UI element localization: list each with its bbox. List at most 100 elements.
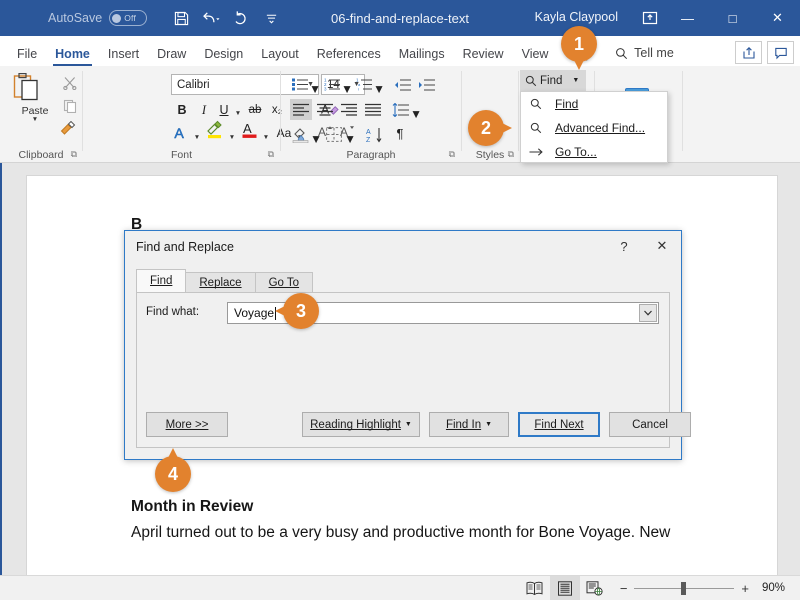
increase-indent-icon[interactable] (416, 74, 436, 95)
menu-item-go-to[interactable]: Go To... (521, 140, 667, 164)
text-highlight-icon[interactable] (204, 119, 226, 141)
highlight-chevron-down-icon[interactable]: ▼ (227, 126, 237, 148)
tab-view[interactable]: View (513, 47, 558, 67)
callout-badge-3: 3 (275, 293, 319, 329)
zoom-in-button[interactable]: + (741, 581, 749, 596)
shading-chevron-down-icon[interactable]: ▼ (310, 128, 322, 149)
dialog-tab-go-to[interactable]: Go To (254, 272, 314, 293)
multilevel-chevron-down-icon[interactable]: ▼ (373, 78, 385, 99)
styles-dialog-launcher[interactable]: ⧉ (508, 149, 514, 160)
chevron-down-icon: ▼ (404, 421, 412, 428)
menu-item-advanced-find[interactable]: Advanced Find... (521, 116, 667, 140)
tab-draw[interactable]: Draw (148, 47, 195, 67)
tell-me-label: Tell me (634, 46, 674, 60)
print-layout-icon[interactable] (549, 576, 580, 600)
ribbon-group-paragraph: ▼ 123 ▼ 1ai ▼ ▼ ▼ ▼ A Z ¶ Paragraph ⧉ (281, 66, 461, 163)
maximize-button[interactable]: □ (710, 0, 755, 36)
autosave-toggle[interactable]: AutoSave Off (48, 10, 148, 26)
line-spacing-chevron-down-icon[interactable]: ▼ (410, 103, 422, 124)
align-center-icon[interactable] (314, 99, 336, 120)
text-effects-icon[interactable]: A (171, 122, 191, 144)
cancel-button[interactable]: Cancel (609, 412, 691, 437)
line-spacing-icon[interactable] (390, 99, 410, 120)
format-painter-icon[interactable] (56, 117, 80, 139)
font-dialog-launcher[interactable]: ⧉ (268, 149, 274, 160)
callout-badge-2: 2 (468, 110, 512, 146)
minimize-button[interactable]: — (665, 0, 710, 36)
italic-button[interactable]: I (195, 99, 213, 121)
comment-icon[interactable] (767, 41, 794, 64)
callout-badge-1: 1 (561, 26, 597, 70)
customize-qat-icon[interactable] (257, 5, 285, 31)
find-what-label: Find what: (146, 306, 200, 318)
tab-file[interactable]: File (8, 47, 46, 67)
zoom-slider-thumb[interactable] (681, 581, 687, 595)
dialog-close-button[interactable]: ✕ (643, 231, 681, 261)
ribbon-display-options-icon[interactable] (635, 0, 665, 36)
close-button[interactable]: ✕ (755, 0, 800, 36)
chevron-down-icon[interactable] (639, 304, 657, 322)
bullets-chevron-down-icon[interactable]: ▼ (309, 78, 321, 99)
font-color-chevron-down-icon[interactable]: ▼ (261, 126, 271, 148)
tab-review[interactable]: Review (454, 47, 513, 67)
sort-icon[interactable]: AZ (364, 124, 386, 145)
group-label-paragraph: Paragraph (346, 149, 396, 161)
tab-layout[interactable]: Layout (252, 47, 308, 67)
dialog-tab-replace[interactable]: Replace (185, 272, 256, 293)
menu-item-find[interactable]: Find (521, 92, 667, 116)
autosave-switch[interactable]: Off (109, 10, 148, 26)
tab-home[interactable]: Home (46, 47, 99, 67)
bold-button[interactable]: B (173, 99, 191, 121)
multilevel-list-icon[interactable]: 1ai (354, 74, 374, 95)
underline-button[interactable]: U (216, 99, 232, 121)
zoom-out-button[interactable]: − (620, 581, 628, 596)
find-button[interactable]: Find ▼ (520, 70, 586, 91)
borders-icon[interactable] (324, 124, 344, 145)
paragraph-dialog-launcher[interactable]: ⧉ (449, 149, 455, 160)
undo-icon[interactable] (197, 5, 225, 31)
read-mode-icon[interactable] (520, 576, 550, 600)
reading-highlight-button[interactable]: Reading Highlight ▼ (302, 412, 420, 437)
more-button[interactable]: More >> (146, 412, 228, 437)
share-icon[interactable] (735, 41, 762, 64)
redo-icon[interactable] (227, 5, 255, 31)
paste-button[interactable]: Paste ▼ (12, 72, 58, 123)
dialog-tab-find[interactable]: Find (136, 269, 187, 293)
strikethrough-button[interactable]: ab (245, 99, 265, 121)
shading-icon[interactable] (290, 124, 310, 145)
clipboard-dialog-launcher[interactable]: ⧉ (71, 149, 77, 160)
dialog-help-button[interactable]: ? (605, 231, 643, 261)
web-layout-icon[interactable] (580, 576, 610, 600)
show-formatting-marks-button[interactable]: ¶ (390, 123, 410, 144)
find-next-label: Find Next (534, 418, 584, 431)
numbering-chevron-down-icon[interactable]: ▼ (341, 78, 353, 99)
bullets-icon[interactable] (290, 74, 310, 95)
find-next-button[interactable]: Find Next (518, 412, 600, 437)
save-icon[interactable] (167, 5, 195, 31)
zoom-slider[interactable] (634, 581, 735, 595)
search-icon (529, 122, 543, 134)
tab-design[interactable]: Design (195, 47, 252, 67)
chevron-down-icon[interactable]: ▼ (572, 77, 579, 84)
numbering-icon[interactable]: 123 (322, 74, 342, 95)
dialog-title: Find and Replace (136, 240, 234, 254)
copy-icon[interactable] (58, 95, 82, 117)
decrease-indent-icon[interactable] (392, 74, 412, 95)
tab-insert[interactable]: Insert (99, 47, 148, 67)
align-right-icon[interactable] (338, 99, 360, 120)
callout-number: 2 (480, 117, 491, 138)
user-account-name[interactable]: Kayla Claypool (535, 10, 618, 24)
tab-references[interactable]: References (308, 47, 390, 67)
font-color-icon[interactable]: A (239, 119, 261, 141)
chevron-down-icon[interactable]: ▼ (12, 116, 58, 123)
tab-mailings[interactable]: Mailings (390, 47, 454, 67)
justify-icon[interactable] (362, 99, 384, 120)
borders-chevron-down-icon[interactable]: ▼ (344, 128, 356, 149)
zoom-percent-label[interactable]: 90% (762, 582, 792, 594)
align-left-icon[interactable] (290, 99, 312, 120)
find-in-button[interactable]: Find In ▼ (429, 412, 509, 437)
find-what-input[interactable]: Voyage (228, 306, 274, 320)
scissors-icon[interactable] (58, 72, 82, 94)
text-effects-chevron-down-icon[interactable]: ▼ (192, 126, 202, 148)
tell-me-box[interactable]: Tell me (601, 46, 674, 66)
